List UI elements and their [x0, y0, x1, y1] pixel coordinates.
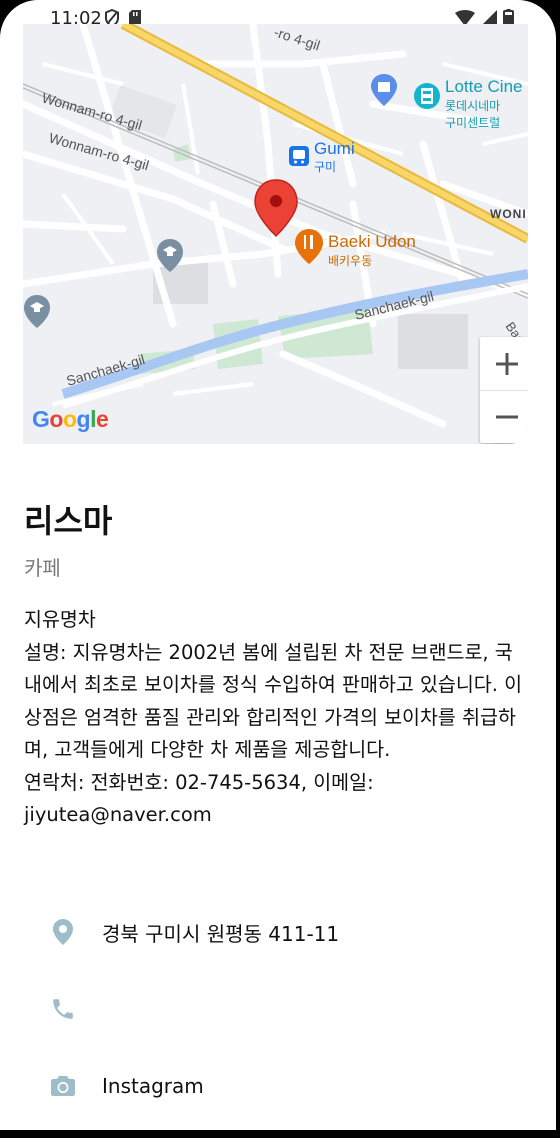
baeki-label-en: Baeki Udon: [328, 232, 416, 251]
location-pin-icon: [48, 917, 78, 947]
place-category: 카페: [24, 556, 61, 580]
area-label-woni: WONI: [490, 207, 527, 221]
instagram-text: Instagram: [102, 1074, 204, 1098]
google-logo: Google: [32, 406, 109, 432]
place-description: 지유명차 설명: 지유명차는 2002년 봄에 설립된 차 전문 브랜드로, 국…: [24, 608, 523, 826]
gumi-label-ko: 구미: [314, 160, 336, 174]
lotte-label-ko-1: 롯데시네마: [445, 99, 500, 113]
baeki-label-ko: 배키우동: [328, 254, 372, 268]
lotte-label-ko-2: 구미센트럴: [445, 116, 500, 130]
place-title: 리스마: [24, 502, 113, 540]
minus-icon: [496, 415, 518, 418]
gumi-label-en: Gumi: [314, 139, 355, 158]
zoom-in-button[interactable]: [480, 337, 528, 391]
map-view[interactable]: -ro 4-gil Wonnam-ro 4-gil Wonnam-ro 4-gi…: [23, 24, 528, 444]
phone-icon: [48, 994, 78, 1024]
zoom-controls: [480, 337, 528, 443]
zoom-out-button[interactable]: [480, 390, 528, 443]
address-row[interactable]: 경북 구미시 원평동 411-11: [48, 912, 339, 952]
camera-icon: [48, 1071, 78, 1101]
app-screen: 11:02 -ro 4-gil Wonnam-ro 4-gil Wonnam-r…: [0, 0, 556, 1130]
map-canvas[interactable]: -ro 4-gil Wonnam-ro 4-gil Wonnam-ro 4-gi…: [23, 24, 528, 444]
phone-row[interactable]: [48, 989, 78, 1029]
instagram-row[interactable]: Instagram: [48, 1066, 204, 1106]
lotte-label-en: Lotte Cine: [445, 77, 523, 96]
plus-icon: [496, 352, 518, 375]
address-text: 경북 구미시 원평동 411-11: [102, 921, 340, 946]
